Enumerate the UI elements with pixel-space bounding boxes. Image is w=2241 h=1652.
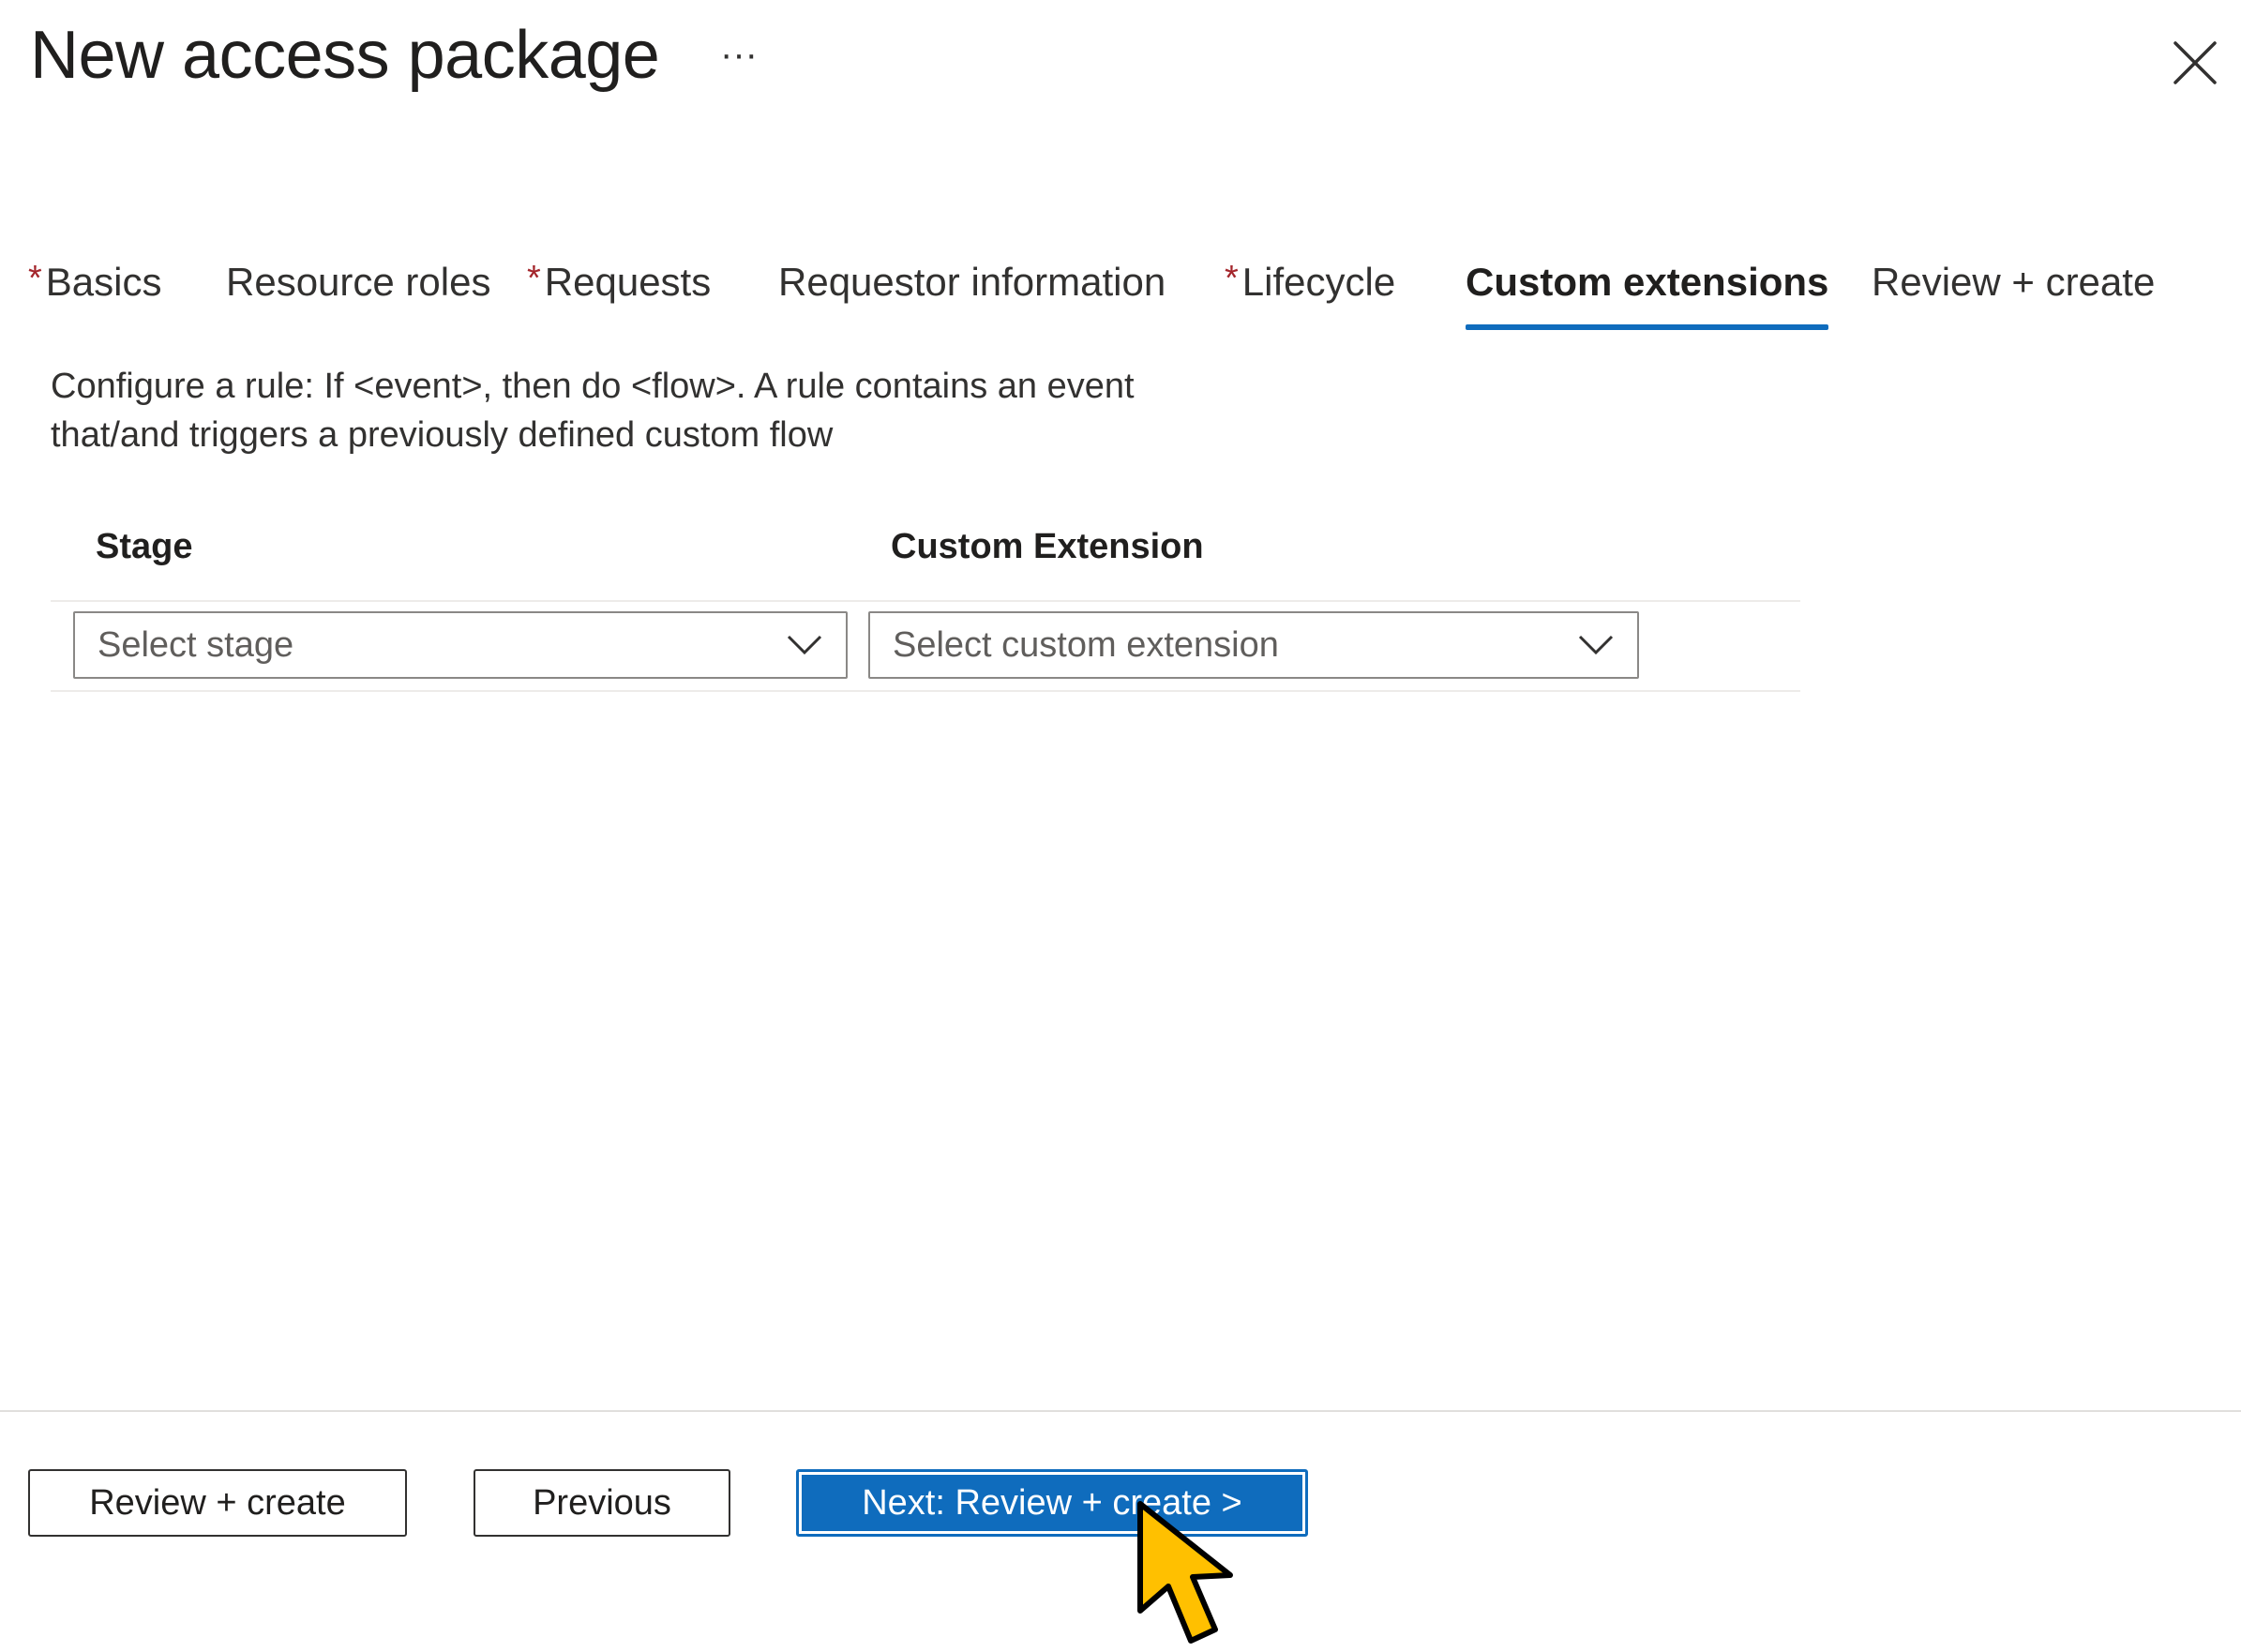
tab-label: Requests (544, 260, 712, 304)
tab-lifecycle[interactable]: *Lifecycle (1225, 249, 1395, 330)
column-header-stage: Stage (96, 527, 193, 566)
tab-resource-roles[interactable]: Resource roles (226, 249, 490, 330)
wizard-tabs: *Basics Resource roles *Requests Request… (0, 249, 2241, 334)
close-icon[interactable] (2168, 36, 2222, 90)
previous-button[interactable]: Previous (474, 1469, 730, 1537)
tab-label: Custom extensions (1466, 260, 1829, 304)
chevron-down-icon (1578, 635, 1614, 655)
grid-header: Stage Custom Extension (51, 514, 1800, 602)
tab-requestor-information[interactable]: Requestor information (778, 249, 1166, 330)
required-marker: * (527, 259, 541, 298)
tab-label: Lifecycle (1241, 260, 1396, 304)
custom-extension-rules-grid: Stage Custom Extension Select stage Sele… (51, 514, 1800, 692)
required-marker: * (28, 259, 42, 298)
custom-extension-dropdown[interactable]: Select custom extension (868, 611, 1639, 679)
section-description: Configure a rule: If <event>, then do <f… (51, 367, 1135, 455)
tab-review-create[interactable]: Review + create (1872, 249, 2155, 330)
review-create-button[interactable]: Review + create (28, 1469, 407, 1537)
stage-dropdown-placeholder: Select stage (98, 625, 294, 665)
tab-requests[interactable]: *Requests (527, 249, 711, 330)
column-header-custom-extension: Custom Extension (891, 527, 1204, 566)
table-row: Select stage Select custom extension (51, 602, 1800, 692)
chevron-down-icon (787, 635, 822, 655)
tab-custom-extensions[interactable]: Custom extensions (1466, 249, 1829, 330)
new-access-package-page: New access package ··· *Basics Resource … (0, 0, 2241, 1652)
more-options-icon[interactable]: ··· (720, 36, 758, 73)
tab-label: Requestor information (778, 260, 1166, 304)
next-review-create-button[interactable]: Next: Review + create > (796, 1469, 1308, 1537)
tab-label: Review + create (1872, 260, 2156, 304)
tab-label: Resource roles (226, 260, 491, 304)
custom-extension-dropdown-placeholder: Select custom extension (893, 625, 1279, 665)
tab-label: Basics (45, 260, 162, 304)
page-title: New access package (30, 18, 660, 93)
required-marker: * (1225, 259, 1239, 298)
stage-dropdown[interactable]: Select stage (73, 611, 848, 679)
tab-basics[interactable]: *Basics (28, 249, 162, 330)
footer-divider (0, 1410, 2241, 1412)
